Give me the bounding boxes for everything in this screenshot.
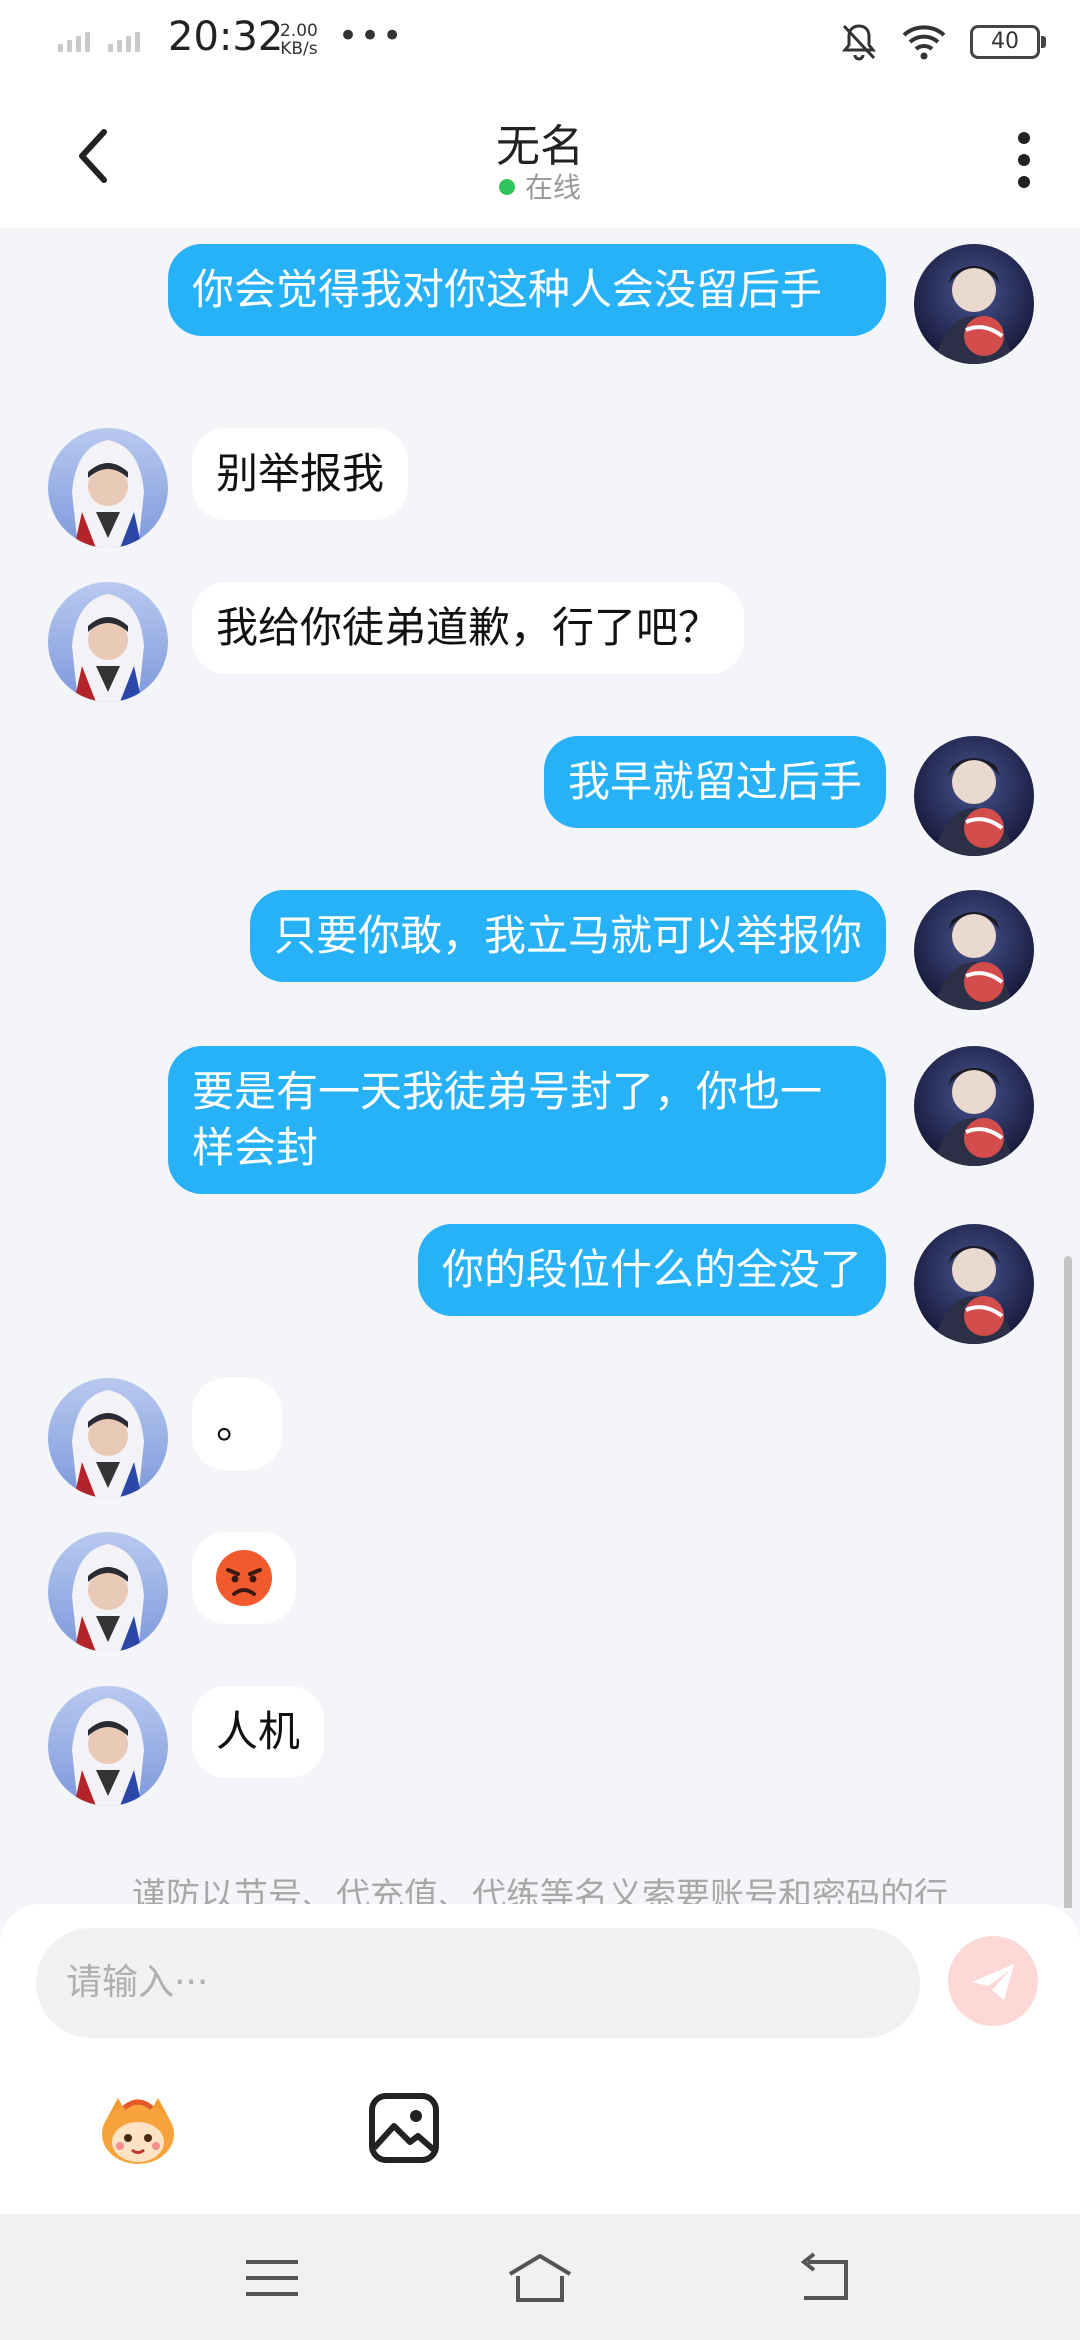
my-avatar[interactable] bbox=[914, 1046, 1034, 1166]
contact-avatar[interactable] bbox=[48, 582, 168, 702]
status-bar: 20:32 2.00 KB/s ••• 40 bbox=[0, 0, 1080, 86]
message-bubble-self[interactable]: 只要你敢，我立马就可以举报你 bbox=[249, 890, 886, 982]
message-bubble-other[interactable]: 我给你徒弟道歉，行了吧？ bbox=[192, 582, 745, 674]
message-bubble-self[interactable]: 你的段位什么的全没了 bbox=[417, 1224, 886, 1316]
image-icon bbox=[369, 2093, 439, 2163]
scrollbar[interactable] bbox=[1064, 1256, 1072, 1908]
status-time: 20:32 bbox=[168, 14, 284, 60]
more-icon[interactable] bbox=[1016, 130, 1032, 190]
home-icon[interactable] bbox=[504, 2250, 576, 2306]
contact-avatar[interactable] bbox=[48, 428, 168, 548]
my-avatar[interactable] bbox=[914, 244, 1034, 364]
online-dot bbox=[498, 179, 515, 195]
more-status-icon: ••• bbox=[338, 16, 405, 56]
message-row: 我早就留过后手 bbox=[0, 736, 1080, 866]
image-button[interactable] bbox=[356, 2080, 452, 2176]
message-row: 只要你敢，我立马就可以举报你 bbox=[0, 890, 1080, 1020]
network-speed-unit: KB/s bbox=[280, 39, 318, 59]
message-row: 。 bbox=[0, 1378, 1080, 1508]
message-input[interactable]: 请输入··· bbox=[36, 1928, 920, 2038]
system-nav-bar bbox=[0, 2214, 1080, 2340]
sticker-button[interactable] bbox=[90, 2080, 186, 2176]
send-icon bbox=[972, 1964, 1014, 2000]
message-row: 你的段位什么的全没了 bbox=[0, 1224, 1080, 1354]
network-speed: 2.00 KB/s bbox=[280, 22, 318, 58]
message-bubble-other[interactable] bbox=[192, 1532, 296, 1624]
message-row: 要是有一天我徒弟号封了，你也一样会封 bbox=[0, 1046, 1080, 1196]
menu-icon[interactable] bbox=[236, 2250, 308, 2306]
my-avatar[interactable] bbox=[914, 736, 1034, 856]
back-nav-icon[interactable] bbox=[790, 2250, 862, 2306]
message-row: 我给你徒弟道歉，行了吧？ bbox=[0, 582, 1080, 712]
chat-header: 无名 在线 bbox=[0, 86, 1080, 228]
message-row: 你会觉得我对你这种人会没留后手 bbox=[0, 244, 1080, 394]
message-bubble-other[interactable]: 别举报我 bbox=[192, 428, 409, 520]
my-avatar[interactable] bbox=[914, 890, 1034, 1010]
message-bubble-other[interactable]: 。 bbox=[192, 1378, 283, 1470]
battery-icon: 40 bbox=[970, 25, 1046, 59]
message-row: 人机 bbox=[0, 1686, 1080, 1816]
mute-bell-icon bbox=[841, 24, 877, 61]
presence-status: 在线 bbox=[0, 166, 1080, 206]
wifi-icon bbox=[902, 25, 946, 60]
message-bubble-self[interactable]: 我早就留过后手 bbox=[543, 736, 886, 828]
contact-avatar[interactable] bbox=[48, 1686, 168, 1806]
contact-avatar[interactable] bbox=[48, 1378, 168, 1498]
contact-name: 无名 bbox=[496, 121, 584, 172]
presence-label: 在线 bbox=[524, 171, 581, 204]
message-row: 别举报我 bbox=[0, 428, 1080, 558]
signal-icon bbox=[58, 30, 140, 52]
message-bubble-other[interactable]: 人机 bbox=[192, 1686, 325, 1778]
message-list[interactable]: 你会觉得我对你这种人会没留后手 别举报我 我给你徒弟道歉，行了吧？ 我早就留过后… bbox=[0, 228, 1080, 1908]
send-button[interactable] bbox=[948, 1936, 1038, 2026]
contact-avatar[interactable] bbox=[48, 1532, 168, 1652]
network-speed-value: 2.00 bbox=[280, 21, 318, 41]
safety-notice: 谨防以节号、代充值、代练等名义索要账号和密码的行 bbox=[132, 1876, 948, 1904]
message-row bbox=[0, 1532, 1080, 1662]
message-bubble-self[interactable]: 要是有一天我徒弟号封了，你也一样会封 bbox=[168, 1046, 886, 1194]
angry-face-icon bbox=[216, 1550, 272, 1606]
message-bubble-self[interactable]: 你会觉得我对你这种人会没留后手 bbox=[168, 244, 886, 336]
input-panel: 请输入··· bbox=[0, 1904, 1080, 2214]
mascot-sticker-icon bbox=[102, 2098, 174, 2164]
my-avatar[interactable] bbox=[914, 1224, 1034, 1344]
